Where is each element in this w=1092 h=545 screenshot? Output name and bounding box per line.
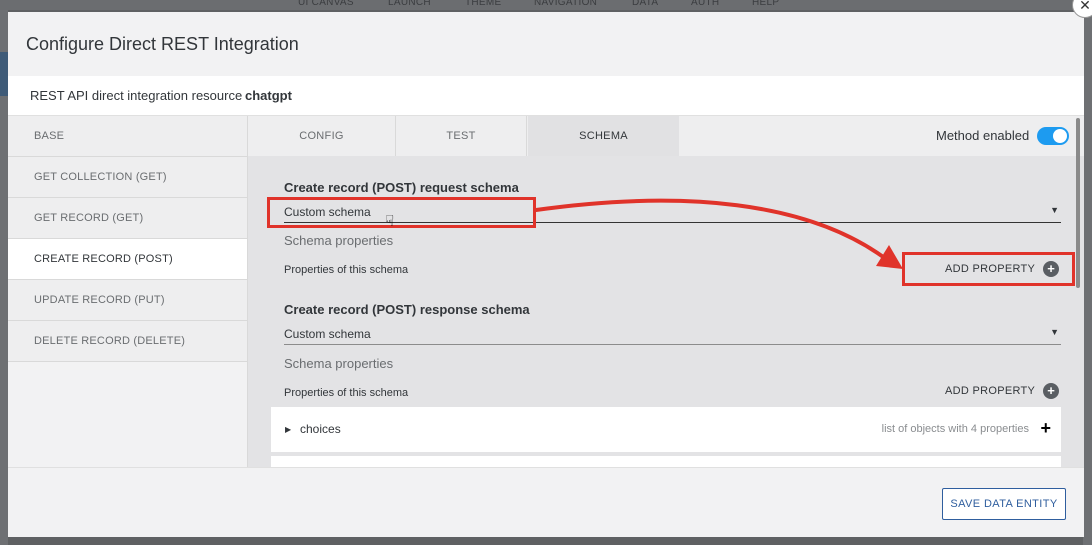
tab-test[interactable]: TEST xyxy=(396,116,527,156)
dialog-footer: SAVE DATA ENTITY xyxy=(8,467,1084,537)
tab-config[interactable]: CONFIG xyxy=(248,116,396,156)
dialog-title: Configure Direct REST Integration xyxy=(26,34,299,54)
property-row-next xyxy=(271,456,1061,467)
bg-nav-item: THEME xyxy=(465,0,502,8)
background-nav-bar: UI CANVAS LAUNCH THEME NAVIGATION DATA A… xyxy=(0,0,1092,10)
resource-value: chatgpt xyxy=(245,88,292,103)
add-property-label: ADD PROPERTY xyxy=(945,385,1036,397)
expand-triangle-icon[interactable]: ▶ xyxy=(285,425,291,434)
highlight-box-add-property xyxy=(902,252,1075,286)
sidebar-item-get-collection[interactable]: GET COLLECTION (GET) xyxy=(8,157,247,198)
bg-nav-item: AUTH xyxy=(691,0,720,8)
toggle-knob xyxy=(1053,129,1067,143)
tab-schema[interactable]: SCHEMA xyxy=(528,116,679,156)
request-schema-title: Create record (POST) request schema xyxy=(284,180,519,195)
pointer-cursor-icon: ☟ xyxy=(385,213,395,230)
scrollbar[interactable] xyxy=(1076,118,1080,288)
property-name: choices xyxy=(300,422,341,436)
bg-nav-item: DATA xyxy=(632,0,659,8)
request-properties-label: Properties of this schema xyxy=(284,264,409,276)
resource-bar: REST API direct integration resource cha… xyxy=(8,76,1084,116)
chevron-down-icon: ▼ xyxy=(1050,327,1059,337)
bg-nav-item: NAVIGATION xyxy=(534,0,598,8)
bg-nav-item: UI CANVAS xyxy=(298,0,354,8)
method-enabled-label: Method enabled xyxy=(936,128,1030,143)
response-schema-select-value: Custom schema xyxy=(284,327,371,341)
sidebar-item-delete-record[interactable]: DELETE RECORD (DELETE) xyxy=(8,321,247,362)
response-schema-properties-heading: Schema properties xyxy=(284,356,394,371)
request-schema-properties-heading: Schema properties xyxy=(284,233,394,248)
highlight-box-schema-select xyxy=(267,197,536,228)
sidebar-item-update-record[interactable]: UPDATE RECORD (PUT) xyxy=(8,280,247,321)
background-right-panel xyxy=(1083,10,1092,545)
chevron-down-icon: ▼ xyxy=(1050,205,1059,215)
response-add-property-button[interactable]: ADD PROPERTY + xyxy=(945,383,1060,399)
save-data-entity-button[interactable]: SAVE DATA ENTITY xyxy=(942,488,1066,520)
response-properties-label: Properties of this schema xyxy=(284,387,409,399)
add-subproperty-icon[interactable]: + xyxy=(1040,418,1051,439)
tab-bar: CONFIG TEST SCHEMA Method enabled xyxy=(247,116,1084,156)
method-sidebar: BASE GET COLLECTION (GET) GET RECORD (GE… xyxy=(8,116,247,362)
sidebar-item-get-record[interactable]: GET RECORD (GET) xyxy=(8,198,247,239)
response-schema-title: Create record (POST) response schema xyxy=(284,302,530,317)
response-schema-select[interactable]: Custom schema ▼ xyxy=(284,323,1061,345)
bg-block xyxy=(0,52,8,96)
plus-circle-icon: + xyxy=(1043,383,1060,399)
property-row-choices[interactable]: ▶ choices list of objects with 4 propert… xyxy=(271,407,1061,452)
method-enabled-toggle[interactable] xyxy=(1037,127,1069,145)
property-description: list of objects with 4 properties xyxy=(881,423,1029,435)
bg-nav-item: HELP xyxy=(752,0,780,8)
sidebar-item-base[interactable]: BASE xyxy=(8,116,247,157)
resource-label: REST API direct integration resource xyxy=(30,88,243,103)
background-left-panel xyxy=(0,10,8,545)
bg-nav-item: LAUNCH xyxy=(388,0,431,8)
sidebar-item-create-record[interactable]: CREATE RECORD (POST) xyxy=(8,239,247,280)
